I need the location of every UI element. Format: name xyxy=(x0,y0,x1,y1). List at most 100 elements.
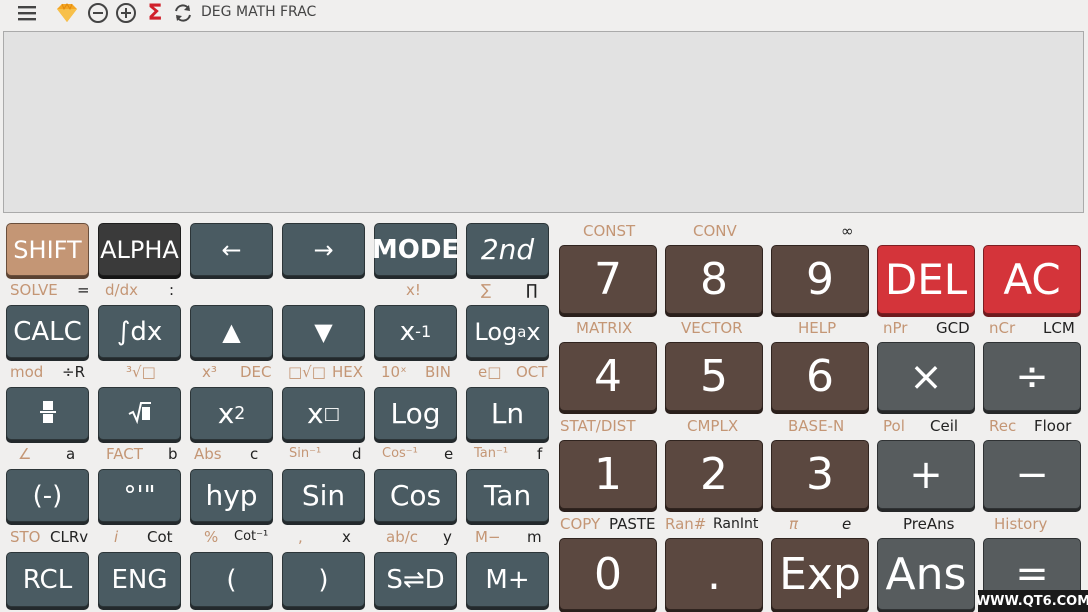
exp-button[interactable]: Exp xyxy=(771,538,869,610)
second-function-button[interactable]: 2nd xyxy=(466,223,549,276)
power-label: x xyxy=(307,397,324,430)
cos-label: Cos xyxy=(389,479,442,512)
sin-button[interactable]: Sin xyxy=(282,469,365,522)
rcl-button[interactable]: RCL xyxy=(6,552,89,607)
digit-4-button[interactable]: 4 xyxy=(559,342,657,411)
multiply-button[interactable]: × xyxy=(877,342,975,411)
label-cube-root: ³√□ xyxy=(126,363,156,381)
digit-1-button[interactable]: 1 xyxy=(559,440,657,509)
digit-6-button[interactable]: 6 xyxy=(771,342,869,411)
negative-label: (-) xyxy=(32,480,63,511)
calc-button[interactable]: CALC xyxy=(6,305,89,358)
digit-2-button[interactable]: 2 xyxy=(665,440,763,509)
mode-deg[interactable]: DEG xyxy=(201,4,231,20)
label-sum: ∑ xyxy=(481,281,492,299)
shift-label: SHIFT xyxy=(13,235,82,264)
label-cmplx: CMPLX xyxy=(687,417,739,435)
label-oct: OCT xyxy=(516,363,548,381)
digit-9-button[interactable]: 9 xyxy=(771,245,869,314)
zoom-in-icon[interactable] xyxy=(114,2,138,24)
mode-button[interactable]: MODE xyxy=(372,223,459,276)
subtract-label: − xyxy=(1015,451,1049,498)
digit-8-button[interactable]: 8 xyxy=(665,245,763,314)
fraction-icon xyxy=(39,399,57,429)
digit-4-label: 4 xyxy=(594,351,622,402)
digit-5-label: 5 xyxy=(700,351,728,402)
cursor-right-label: → xyxy=(313,235,334,264)
alpha-button[interactable]: ALPHA xyxy=(98,223,181,276)
log-base-button[interactable]: Log a x xyxy=(466,305,549,358)
open-paren-button[interactable]: ( xyxy=(190,552,273,607)
m-plus-button[interactable]: M+ xyxy=(466,552,549,607)
divide-button[interactable]: ÷ xyxy=(983,342,1081,411)
digit-6-label: 6 xyxy=(806,351,834,402)
label-paste: PASTE xyxy=(609,515,656,533)
label-preans: PreAns xyxy=(903,515,955,533)
cursor-down-label: ▼ xyxy=(314,317,333,346)
close-paren-button[interactable]: ) xyxy=(282,552,365,607)
digit-5-button[interactable]: 5 xyxy=(665,342,763,411)
calculator-display[interactable] xyxy=(3,31,1084,213)
digit-8-label: 8 xyxy=(700,254,728,305)
label-cube: x³ xyxy=(202,363,217,381)
label-sto: STO xyxy=(10,528,41,546)
label-lcm: LCM xyxy=(1043,319,1075,337)
toolbar: Σ DEG MATH FRAC xyxy=(0,0,1088,26)
digit-3-button[interactable]: 3 xyxy=(771,440,869,509)
degrees-button[interactable]: °'" xyxy=(98,469,181,522)
log-button[interactable]: Log xyxy=(374,387,457,440)
cursor-up-button[interactable]: ▲ xyxy=(190,305,273,358)
all-clear-button[interactable]: AC xyxy=(983,245,1081,314)
digit-7-button[interactable]: 7 xyxy=(559,245,657,314)
label-mod: mod xyxy=(10,363,44,381)
alpha-label: ALPHA xyxy=(100,235,179,264)
s-to-d-button[interactable]: S⇌D xyxy=(374,552,457,607)
exp-label: Exp xyxy=(779,548,861,600)
decimal-button[interactable]: . xyxy=(665,538,763,610)
label-euler: e xyxy=(842,515,852,533)
add-button[interactable]: + xyxy=(877,440,975,509)
label-ddx: d/dx xyxy=(105,281,138,299)
subtract-button[interactable]: − xyxy=(983,440,1081,509)
square-exponent: 2 xyxy=(234,403,246,424)
label-hex: HEX xyxy=(332,363,364,381)
fraction-button[interactable] xyxy=(6,387,89,440)
zoom-out-icon[interactable] xyxy=(86,2,110,24)
square-button[interactable]: x2 xyxy=(190,387,273,440)
digit-0-button[interactable]: 0 xyxy=(559,538,657,610)
ln-button[interactable]: Ln xyxy=(466,387,549,440)
delete-button[interactable]: DEL xyxy=(877,245,975,314)
menu-icon[interactable] xyxy=(14,2,40,24)
refresh-icon[interactable] xyxy=(171,2,195,24)
negative-button[interactable]: (-) xyxy=(6,469,89,522)
mode-frac[interactable]: FRAC xyxy=(280,4,316,20)
shift-button[interactable]: SHIFT xyxy=(6,223,89,276)
cursor-right-button[interactable]: → xyxy=(282,223,365,276)
label-matrix: MATRIX xyxy=(576,319,633,337)
sigma-icon[interactable]: Σ xyxy=(144,1,166,26)
square-label: x xyxy=(217,397,235,430)
cursor-left-button[interactable]: ← xyxy=(190,223,273,276)
gem-icon[interactable] xyxy=(53,2,81,24)
label-product: ∏ xyxy=(526,281,538,299)
label-var-d: d xyxy=(352,445,362,463)
tan-button[interactable]: Tan xyxy=(466,469,549,522)
ans-button[interactable]: Ans xyxy=(877,538,975,610)
label-rec: Rec xyxy=(989,417,1017,435)
label-imaginary: i xyxy=(114,528,119,546)
label-arccot: Cot⁻¹ xyxy=(234,529,269,544)
label-comma: , xyxy=(298,528,303,546)
mode-math[interactable]: MATH xyxy=(236,4,276,20)
eng-button[interactable]: ENG xyxy=(98,552,181,607)
cos-button[interactable]: Cos xyxy=(374,469,457,522)
second-function-label: 2nd xyxy=(480,233,535,266)
integral-button[interactable]: ∫dx xyxy=(98,305,181,358)
sqrt-button[interactable] xyxy=(98,387,181,440)
label-percent: % xyxy=(204,528,219,546)
hyp-button[interactable]: hyp xyxy=(190,469,273,522)
label-infinity: ∞ xyxy=(841,222,854,240)
label-random-int: RanInt xyxy=(713,516,759,532)
reciprocal-button[interactable]: x -1 xyxy=(374,305,457,358)
cursor-down-button[interactable]: ▼ xyxy=(282,305,365,358)
power-button[interactable]: x □ xyxy=(282,387,365,440)
